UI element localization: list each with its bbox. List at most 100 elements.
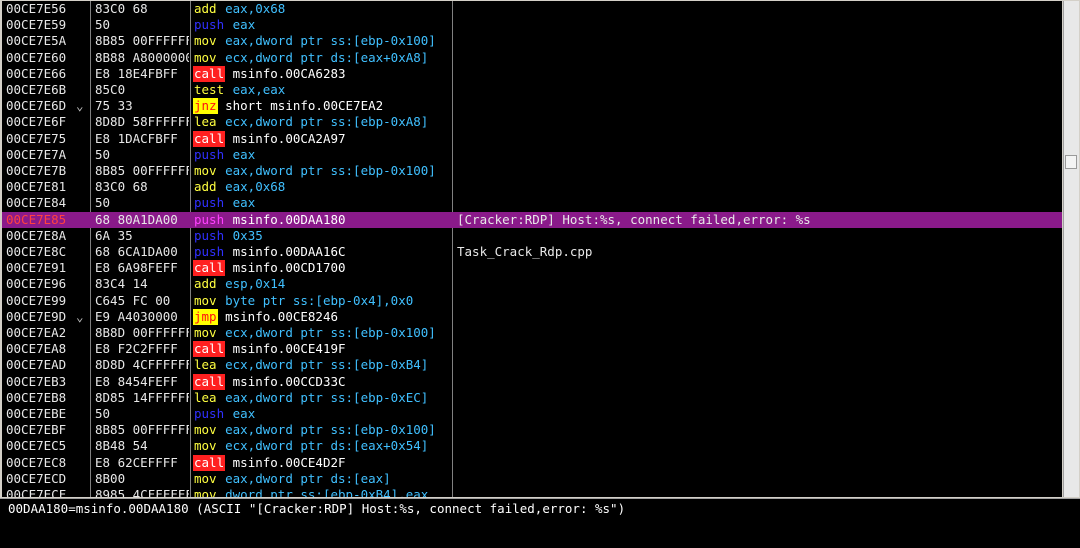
row-address: 00CE7E91 <box>6 260 67 276</box>
vertical-scrollbar[interactable] <box>1063 1 1079 497</box>
row-instruction: mov eax,dword ptr ds:[eax] <box>193 471 451 487</box>
row-hex-bytes: 83C4 14 <box>95 276 148 292</box>
info-pane: 00DAA180=msinfo.00DAA180 (ASCII "[Cracke… <box>0 498 1080 548</box>
scrollbar-thumb[interactable] <box>1065 155 1077 170</box>
disassembly-row[interactable]: 00CE7EC5 8B48 54 mov ecx,dword ptr ds:[eax… <box>2 438 1062 454</box>
disassembly-row[interactable]: 00CE7E99 C645 FC 00 mov byte ptr ss:[ebp-0… <box>2 293 1062 309</box>
row-address: 00CE7EBE <box>6 406 67 421</box>
row-hex-bytes: 8D8D 58FFFFFF <box>95 114 189 130</box>
disassembly-row[interactable]: 00CE7EAD 8D8D 4CFFFFFF lea ecx,dword ptr s… <box>2 357 1062 373</box>
row-address: 00CE7E9D <box>6 308 67 324</box>
instruction-mnemonic: mov <box>194 470 217 486</box>
disassembly-row[interactable]: 00CE7E9D ⌄ E9 A4030000 jmp msinfo.00CE8246 <box>2 308 1062 325</box>
disassembly-row[interactable]: 00CE7E60 8B88 A8000000 mov ecx,dword ptr d… <box>2 50 1062 66</box>
instruction-mnemonic: push <box>194 146 225 162</box>
disassembly-row[interactable]: 00CE7E6B 85C0 test eax,eax <box>2 82 1062 98</box>
disassembly-row[interactable]: 00CE7E91 E8 6A98FEFF call msinfo.00CD1700 <box>2 260 1062 277</box>
instruction-mnemonic: add <box>194 276 217 292</box>
row-address: 00CE7EB3 <box>6 373 67 389</box>
disassembly-row[interactable]: 00CE7EB8 8D85 14FFFFFF lea eax,dword ptr s… <box>2 390 1062 406</box>
disassembly-row[interactable]: 00CE7E56 83C0 68 add eax,0x68 <box>2 1 1062 17</box>
instruction-operands: eax,eax <box>232 82 286 97</box>
instruction-mnemonic: push <box>194 17 225 33</box>
row-hex-bytes: 85C0 <box>95 82 126 97</box>
row-instruction: mov eax,dword ptr ss:[ebp-0x100] <box>193 422 451 438</box>
row-instruction: lea ecx,dword ptr ss:[ebp-0xB4] <box>193 357 451 373</box>
disassembly-row[interactable]: 00CE7E66 E8 18E4FBFF call msinfo.00CA6283 <box>2 65 1062 82</box>
row-hex-bytes: 8B00 <box>95 470 126 486</box>
instruction-mnemonic: lea <box>194 114 217 130</box>
row-address: 00CE7EC8 <box>6 454 67 470</box>
disassembly-row[interactable]: 00CE7E75 E8 1DACFBFF call msinfo.00CA2A97 <box>2 130 1062 147</box>
row-instruction: mov dword ptr ss:[ebp-0xB4],eax <box>193 487 451 497</box>
instruction-mnemonic: mov <box>194 163 217 178</box>
row-address: 00CE7EA2 <box>6 325 67 340</box>
row-address: 00CE7E81 <box>6 179 67 195</box>
row-address: 00CE7ECD <box>6 470 67 486</box>
disassembly-row[interactable]: 00CE7E59 50 push eax <box>2 17 1062 33</box>
instruction-operands: msinfo.00CE419F <box>232 341 346 357</box>
instruction-mnemonic: call <box>193 454 226 471</box>
disassembly-row[interactable]: 00CE7EA2 8B8D 00FFFFFF mov ecx,dword ptr s… <box>2 325 1062 341</box>
row-address: 00CE7E84 <box>6 195 67 211</box>
instruction-mnemonic: call <box>193 130 226 147</box>
disassembly-row[interactable]: 00CE7EBF 8B85 00FFFFFF mov eax,dword ptr s… <box>2 422 1062 438</box>
disassembly-row[interactable]: 00CE7E7B 8B85 00FFFFFF mov eax,dword ptr s… <box>2 163 1062 179</box>
row-address: 00CE7EAD <box>6 357 67 373</box>
row-instruction: lea eax,dword ptr ss:[ebp-0xEC] <box>193 390 451 406</box>
disassembly-row[interactable]: 00CE7E81 83C0 68 add eax,0x68 <box>2 179 1062 195</box>
instruction-operands: 0x35 <box>232 227 263 243</box>
row-instruction: push msinfo.00DAA16C <box>193 244 451 260</box>
disassembly-row[interactable]: 00CE7E8C 68 6CA1DA00 push msinfo.00DAA16C T… <box>2 244 1062 260</box>
row-instruction: push msinfo.00DAA180 <box>193 212 451 228</box>
row-instruction: add esp,0x14 <box>193 276 451 292</box>
instruction-mnemonic: call <box>193 260 226 277</box>
disassembly-row[interactable]: 00CE7ECF 8985 4CFFFFFF mov dword ptr ss:[e… <box>2 487 1062 497</box>
row-hex-bytes: 8B88 A8000000 <box>95 49 189 65</box>
row-hex-bytes: 8D85 14FFFFFF <box>95 389 189 405</box>
disassembly-row[interactable]: 00CE7ECD 8B00 mov eax,dword ptr ds:[eax] <box>2 471 1062 487</box>
row-hex-bytes: 75 33 <box>95 98 133 114</box>
row-instruction: lea ecx,dword ptr ss:[ebp-0xA8] <box>193 114 451 130</box>
disassembly-row[interactable]: 00CE7EC8 E8 62CEFFFF call msinfo.00CE4D2F <box>2 454 1062 471</box>
disassembly-row[interactable]: 00CE7E5A 8B85 00FFFFFF mov eax,dword ptr s… <box>2 33 1062 49</box>
disassembly-row[interactable]: 00CE7EB3 E8 8454FEFF call msinfo.00CCD33C <box>2 373 1062 390</box>
row-instruction: mov ecx,dword ptr ds:[eax+0xA8] <box>193 50 451 66</box>
instruction-mnemonic: mov <box>194 49 217 65</box>
instruction-mnemonic: lea <box>194 357 217 373</box>
instruction-operands: msinfo.00CA6283 <box>232 65 346 81</box>
disassembly-row[interactable]: 00CE7EA8 E8 F2C2FFFF call msinfo.00CE419F <box>2 341 1062 358</box>
instruction-operands: ecx,dword ptr ss:[ebp-0xB4] <box>225 357 429 373</box>
row-address: 00CE7ECF <box>6 487 67 497</box>
disassembly-row[interactable]: 00CE7E96 83C4 14 add esp,0x14 <box>2 276 1062 292</box>
instruction-operands: ecx,dword ptr ss:[ebp-0x100] <box>225 325 436 340</box>
row-instruction: add eax,0x68 <box>193 179 451 195</box>
row-hex-bytes: E8 6A98FEFF <box>95 260 178 276</box>
disassembly-row-selected[interactable]: 00CE7E85 68 80A1DA00 push msinfo.00DAA180 [… <box>2 211 1062 228</box>
debugger-window: 00CE7E56 83C0 68 add eax,0x68 00CE7E59 50 pus… <box>0 0 1080 548</box>
instruction-operands: short msinfo.00CE7EA2 <box>225 98 384 114</box>
instruction-operands: ecx,dword ptr ds:[eax+0xA8] <box>225 49 429 65</box>
row-comment: Task_Crack_Rdp.cpp <box>457 244 593 259</box>
row-instruction: push 0x35 <box>193 228 451 244</box>
row-address: 00CE7E85 <box>6 211 67 227</box>
disassembly-row[interactable]: 00CE7E6D ⌄ 75 33 jnz short msinfo.00CE7EA2 <box>2 98 1062 115</box>
instruction-operands: msinfo.00CA2A97 <box>232 130 346 146</box>
disassembly-row[interactable]: 00CE7E8A 6A 35 push 0x35 <box>2 228 1062 244</box>
instruction-operands: byte ptr ss:[ebp-0x4],0x0 <box>225 292 414 308</box>
instruction-mnemonic: mov <box>194 487 217 497</box>
row-instruction: mov ecx,dword ptr ss:[ebp-0x100] <box>193 325 451 341</box>
disassembly-row[interactable]: 00CE7E84 50 push eax <box>2 195 1062 211</box>
disassembly-pane[interactable]: 00CE7E56 83C0 68 add eax,0x68 00CE7E59 50 pus… <box>2 1 1062 497</box>
disassembly-row[interactable]: 00CE7E6F 8D8D 58FFFFFF lea ecx,dword ptr s… <box>2 114 1062 130</box>
instruction-mnemonic: jmp <box>193 308 218 325</box>
row-hex-bytes: 83C0 68 <box>95 1 148 16</box>
disassembly-row[interactable]: 00CE7EBE 50 push eax <box>2 406 1062 422</box>
instruction-mnemonic: push <box>194 211 225 227</box>
disassembly-row[interactable]: 00CE7E7A 50 push eax <box>2 147 1062 163</box>
row-instruction: mov byte ptr ss:[ebp-0x4],0x0 <box>193 293 451 309</box>
instruction-mnemonic: mov <box>194 33 217 49</box>
instruction-operands: esp,0x14 <box>225 276 286 292</box>
row-instruction: push eax <box>193 195 451 211</box>
row-address: 00CE7E59 <box>6 17 67 33</box>
